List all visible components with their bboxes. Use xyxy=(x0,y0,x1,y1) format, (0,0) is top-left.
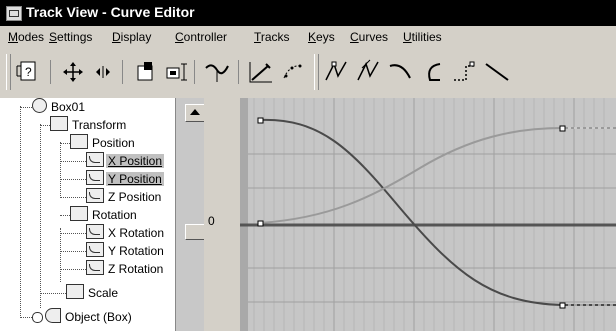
tangent-fast-icon[interactable] xyxy=(386,56,416,88)
app-icon xyxy=(6,6,22,21)
menu-tracks[interactable]: Tracks xyxy=(254,30,290,44)
menu-modes[interactable]: Modes xyxy=(8,30,44,44)
curve-graph[interactable] xyxy=(240,98,616,331)
tangent-slow-icon[interactable] xyxy=(418,56,448,88)
reduce-keys-icon[interactable] xyxy=(278,56,308,88)
tree-item-box01[interactable]: Box01 xyxy=(32,98,87,116)
toolbar-separator xyxy=(122,60,123,84)
menu-curves[interactable]: Curves xyxy=(350,30,388,44)
toolbar-grip[interactable] xyxy=(314,54,319,90)
toolbar-separator xyxy=(238,60,239,84)
tree-item-scale[interactable]: Scale xyxy=(66,284,120,302)
filter-icon[interactable]: ? xyxy=(14,56,44,88)
position-icon xyxy=(70,134,88,149)
curve-track-icon xyxy=(86,242,104,257)
controller-tree: Box01 Transform Position X Position Y Po… xyxy=(0,98,176,331)
curve-canvas[interactable] xyxy=(240,98,616,331)
tree-item-y-position[interactable]: Y Position xyxy=(86,170,164,188)
tree-item-y-rotation[interactable]: Y Rotation xyxy=(86,242,166,260)
tree-item-x-position[interactable]: X Position xyxy=(86,152,165,170)
scale-icon xyxy=(66,284,84,299)
key-point[interactable] xyxy=(257,117,264,124)
object-box-icon xyxy=(45,308,61,323)
add-keys-icon[interactable] xyxy=(202,56,232,88)
rotation-icon xyxy=(70,206,88,221)
tree-item-rotation[interactable]: Rotation xyxy=(70,206,139,224)
tree-item-object-box[interactable]: Object (Box) xyxy=(32,308,134,326)
draw-curves-icon[interactable] xyxy=(246,56,276,88)
key-point[interactable] xyxy=(559,125,566,132)
tangent-custom-icon[interactable] xyxy=(354,56,384,88)
curve-track-icon xyxy=(86,170,104,185)
scale-values-icon[interactable] xyxy=(162,56,192,88)
value-ruler: 0 xyxy=(204,98,240,331)
tree-item-z-position[interactable]: Z Position xyxy=(86,188,163,206)
tangent-step-icon[interactable] xyxy=(450,56,480,88)
window-title: Track View - Curve Editor xyxy=(26,4,195,20)
menu-bar: Modes Settings Display Controller Tracks… xyxy=(0,26,616,49)
move-keys-icon[interactable] xyxy=(58,56,88,88)
tangent-auto-icon[interactable] xyxy=(322,56,352,88)
tangent-linear-icon[interactable] xyxy=(482,56,512,88)
scroll-thumb[interactable] xyxy=(185,224,205,240)
curve-track-icon xyxy=(86,188,104,203)
tree-item-transform[interactable]: Transform xyxy=(50,116,128,134)
toolbar-grip[interactable] xyxy=(6,54,11,90)
object-icon xyxy=(32,98,47,113)
toolbar-separator xyxy=(194,60,195,84)
curve-track-icon xyxy=(86,260,104,275)
expand-plus-icon[interactable] xyxy=(32,312,43,323)
key-point[interactable] xyxy=(559,302,566,309)
key-point[interactable] xyxy=(257,220,264,227)
slide-keys-icon[interactable] xyxy=(88,56,118,88)
window-titlebar: Track View - Curve Editor xyxy=(0,0,616,26)
scroll-up-arrow-icon[interactable] xyxy=(185,104,205,122)
toolbar: ? xyxy=(0,48,616,100)
tree-scrollbar[interactable] xyxy=(176,98,205,331)
menu-keys[interactable]: Keys xyxy=(308,30,335,44)
tree-item-position[interactable]: Position xyxy=(70,134,137,152)
menu-utilities[interactable]: Utilities xyxy=(403,30,442,44)
tree-item-x-rotation[interactable]: X Rotation xyxy=(86,224,166,242)
menu-settings[interactable]: Settings xyxy=(49,30,92,44)
curve-track-icon xyxy=(86,224,104,239)
curve-track-icon xyxy=(86,152,104,167)
track-range-bar xyxy=(240,98,248,331)
scale-keys-icon[interactable] xyxy=(130,56,160,88)
toolbar-separator xyxy=(50,60,51,84)
menu-display[interactable]: Display xyxy=(112,30,151,44)
svg-text:?: ? xyxy=(25,65,32,79)
transform-icon xyxy=(50,116,68,131)
menu-controller[interactable]: Controller xyxy=(175,30,227,44)
zero-value-label: 0 xyxy=(208,214,215,228)
tree-item-z-rotation[interactable]: Z Rotation xyxy=(86,260,165,278)
